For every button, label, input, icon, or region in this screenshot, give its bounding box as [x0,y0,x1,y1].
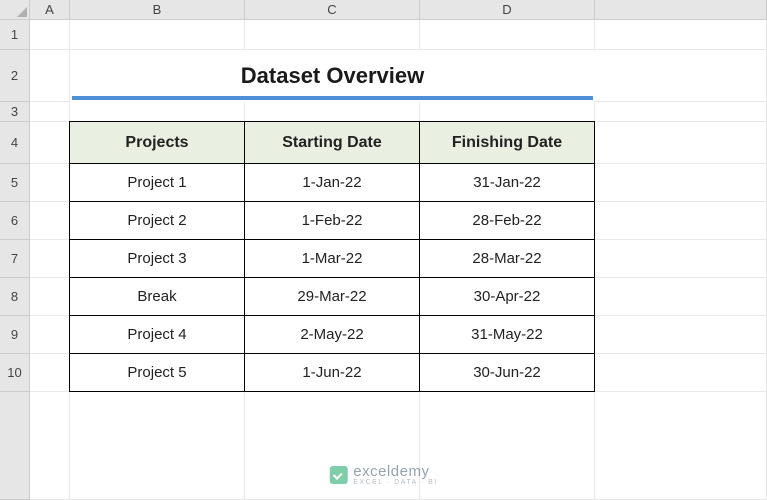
row-header-7[interactable]: 7 [0,240,30,278]
row-header-10[interactable]: 10 [0,354,30,392]
row-header-5[interactable]: 5 [0,164,30,202]
table-cell[interactable]: Project 5 [69,353,245,392]
row-header-2[interactable]: 2 [0,50,30,102]
row-header-9[interactable]: 9 [0,316,30,354]
col-header-A[interactable]: A [30,0,70,20]
col-header-D[interactable]: D [420,0,595,20]
table-cell[interactable]: 1-Jan-22 [244,163,420,202]
table-cell[interactable]: 30-Apr-22 [419,277,595,316]
table-cell[interactable]: Project 1 [69,163,245,202]
watermark-logo-icon [329,466,347,484]
col-header-blank[interactable] [595,0,767,20]
watermark: exceldemy EXCEL · DATA · BI [329,464,438,486]
row-header-6[interactable]: 6 [0,202,30,240]
table-cell[interactable]: 28-Mar-22 [419,239,595,278]
table-cell[interactable]: 31-Jan-22 [419,163,595,202]
table-cell[interactable]: 1-Feb-22 [244,201,420,240]
row-header-8[interactable]: 8 [0,278,30,316]
row-header-blank[interactable] [0,392,30,500]
table-cell[interactable]: 1-Jun-22 [244,353,420,392]
table-cell[interactable]: 2-May-22 [244,315,420,354]
table-cell[interactable]: Project 3 [69,239,245,278]
watermark-main: exceldemy [353,464,438,479]
row-header-4[interactable]: 4 [0,122,30,164]
page-title: Dataset Overview [241,63,424,89]
col-header-B[interactable]: B [70,0,245,20]
table-cell[interactable]: Project 2 [69,201,245,240]
table-cell[interactable]: 1-Mar-22 [244,239,420,278]
watermark-sub: EXCEL · DATA · BI [353,479,438,486]
table-header-finish[interactable]: Finishing Date [419,121,595,164]
table-cell[interactable]: 30-Jun-22 [419,353,595,392]
select-all-corner[interactable] [0,0,30,20]
table-header-start[interactable]: Starting Date [244,121,420,164]
table-header-projects[interactable]: Projects [69,121,245,164]
table-cell[interactable]: 31-May-22 [419,315,595,354]
row-header-3[interactable]: 3 [0,102,30,122]
table-cell[interactable]: 28-Feb-22 [419,201,595,240]
row-header-1[interactable]: 1 [0,20,30,50]
table-cell[interactable]: Break [69,277,245,316]
col-header-C[interactable]: C [245,0,420,20]
title-cell[interactable]: Dataset Overview [72,56,593,100]
spreadsheet-grid: A B C D 1 2 3 4 5 6 7 8 9 10 Dataset Ove… [0,0,767,500]
table-cell[interactable]: Project 4 [69,315,245,354]
table-cell[interactable]: 29-Mar-22 [244,277,420,316]
